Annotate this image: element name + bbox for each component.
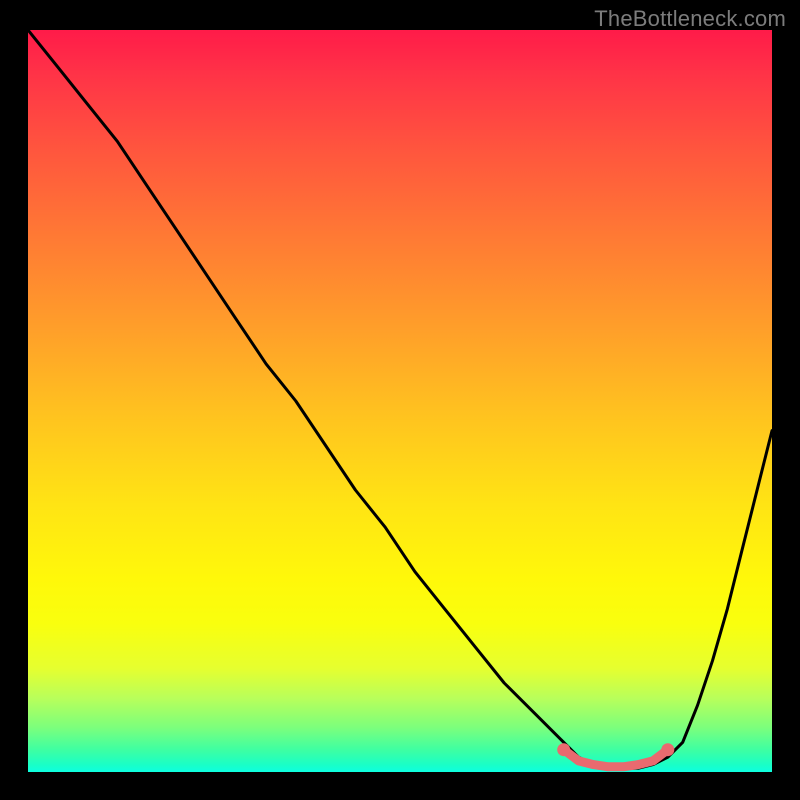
highlight-end-dot (661, 743, 674, 756)
chart-frame: TheBottleneck.com (0, 0, 800, 800)
optimal-zone-highlight (557, 743, 674, 767)
bottleneck-curve (28, 30, 772, 768)
chart-overlay (28, 30, 772, 772)
highlight-end-dot (557, 743, 570, 756)
highlight-line (564, 750, 668, 767)
plot-area (28, 30, 772, 772)
curve-line (28, 30, 772, 768)
attribution-text: TheBottleneck.com (594, 6, 786, 32)
